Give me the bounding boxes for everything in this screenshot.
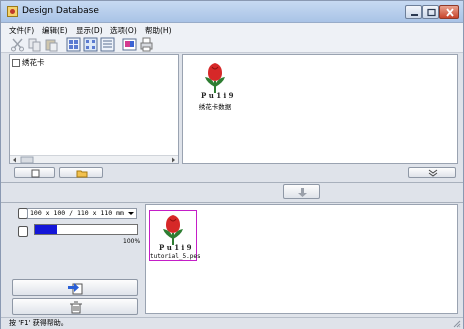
resize-grip-icon[interactable] [453, 320, 461, 328]
thumbnail-label: 绣花卡数据 [198, 103, 232, 111]
status-bar: 按 'F1' 获得帮助。 [1, 317, 463, 329]
status-text: 按 'F1' 获得帮助。 [9, 319, 68, 327]
print-icon[interactable] [139, 37, 154, 52]
section-divider [1, 182, 463, 183]
copy-icon[interactable] [27, 37, 42, 52]
menu-view[interactable]: 显示(D) [76, 25, 103, 36]
card-contents-pane[interactable]: P u 1 i 9 绣花卡数据 [182, 54, 458, 164]
transfer-down-button[interactable] [283, 184, 320, 199]
output-file-item[interactable]: P u 1 i 9 tutorial_5.pes [149, 210, 201, 261]
menu-options[interactable]: 选项(O) [110, 25, 137, 36]
progress-percent: 100% [123, 238, 141, 245]
arrow-down-icon [298, 188, 307, 197]
expand-button[interactable] [408, 167, 456, 178]
menu-edit[interactable]: 编辑(E) [42, 25, 68, 36]
chevron-down-icon [128, 212, 134, 215]
output-file-label: tutorial_5.pes [150, 253, 201, 260]
folder-icon [12, 58, 20, 67]
app-icon [7, 6, 18, 17]
write-card-icon [68, 283, 83, 295]
horizontal-scrollbar[interactable] [10, 155, 178, 164]
section-divider-lower [1, 202, 463, 203]
write-to-card-button[interactable] [12, 279, 138, 296]
large-icons-view-icon[interactable] [66, 37, 81, 52]
tree-item-card[interactable]: 绣花卡 [12, 57, 45, 68]
small-icons-view-icon[interactable] [83, 37, 98, 52]
folder-open-icon [76, 170, 88, 178]
close-icon [446, 8, 454, 17]
cut-icon[interactable] [10, 37, 25, 52]
folder-tree-pane[interactable]: 绣花卡 [9, 54, 179, 164]
minimize-button[interactable] [405, 5, 422, 19]
close-button[interactable] [439, 5, 459, 19]
card-icon [31, 169, 40, 178]
memory-card-icon [18, 226, 28, 237]
tree-item-label: 绣花卡 [22, 58, 45, 67]
embroidery-design-icon: P u 1 i 9 [201, 63, 234, 100]
progress-fill [35, 225, 58, 234]
write-progress-bar [34, 224, 138, 235]
menu-bar: 文件(F) 编辑(E) 显示(D) 选项(O) 帮助(H) [1, 23, 463, 36]
toolbar [1, 36, 463, 53]
card-size-value: 100 x 100 / 110 x 110 mm [30, 209, 124, 217]
svg-text:P u 1 i 9: P u 1 i 9 [201, 91, 234, 99]
open-folder-button[interactable] [59, 167, 103, 178]
properties-icon[interactable] [122, 37, 137, 52]
title-bar: Design Database [1, 1, 463, 23]
double-chevron-down-icon [428, 169, 438, 177]
delete-button[interactable] [12, 298, 138, 315]
scrollbar-graphic [13, 156, 175, 164]
card-size-select[interactable]: 100 x 100 / 110 x 110 mm [27, 208, 137, 219]
list-view-icon[interactable] [100, 37, 115, 52]
design-database-window: Design Database 文件(F) 编辑(E) 显示(D) 选项(O) … [0, 0, 464, 329]
menu-file[interactable]: 文件(F) [9, 25, 34, 36]
menu-help[interactable]: 帮助(H) [145, 25, 172, 36]
svg-text:P u 1 i 9: P u 1 i 9 [159, 243, 192, 251]
card-output-pane[interactable]: P u 1 i 9 tutorial_5.pes [145, 204, 458, 314]
trash-icon [70, 301, 82, 314]
paste-icon[interactable] [44, 37, 59, 52]
embroidery-design-icon: P u 1 i 9 [159, 215, 192, 252]
new-card-button[interactable] [14, 167, 55, 178]
maximize-button[interactable] [422, 5, 439, 19]
window-title: Design Database [22, 6, 99, 16]
thumbnail-card-data[interactable]: P u 1 i 9 绣花卡数据 [191, 59, 239, 111]
minimize-icon [411, 14, 418, 16]
maximize-icon [427, 8, 436, 17]
